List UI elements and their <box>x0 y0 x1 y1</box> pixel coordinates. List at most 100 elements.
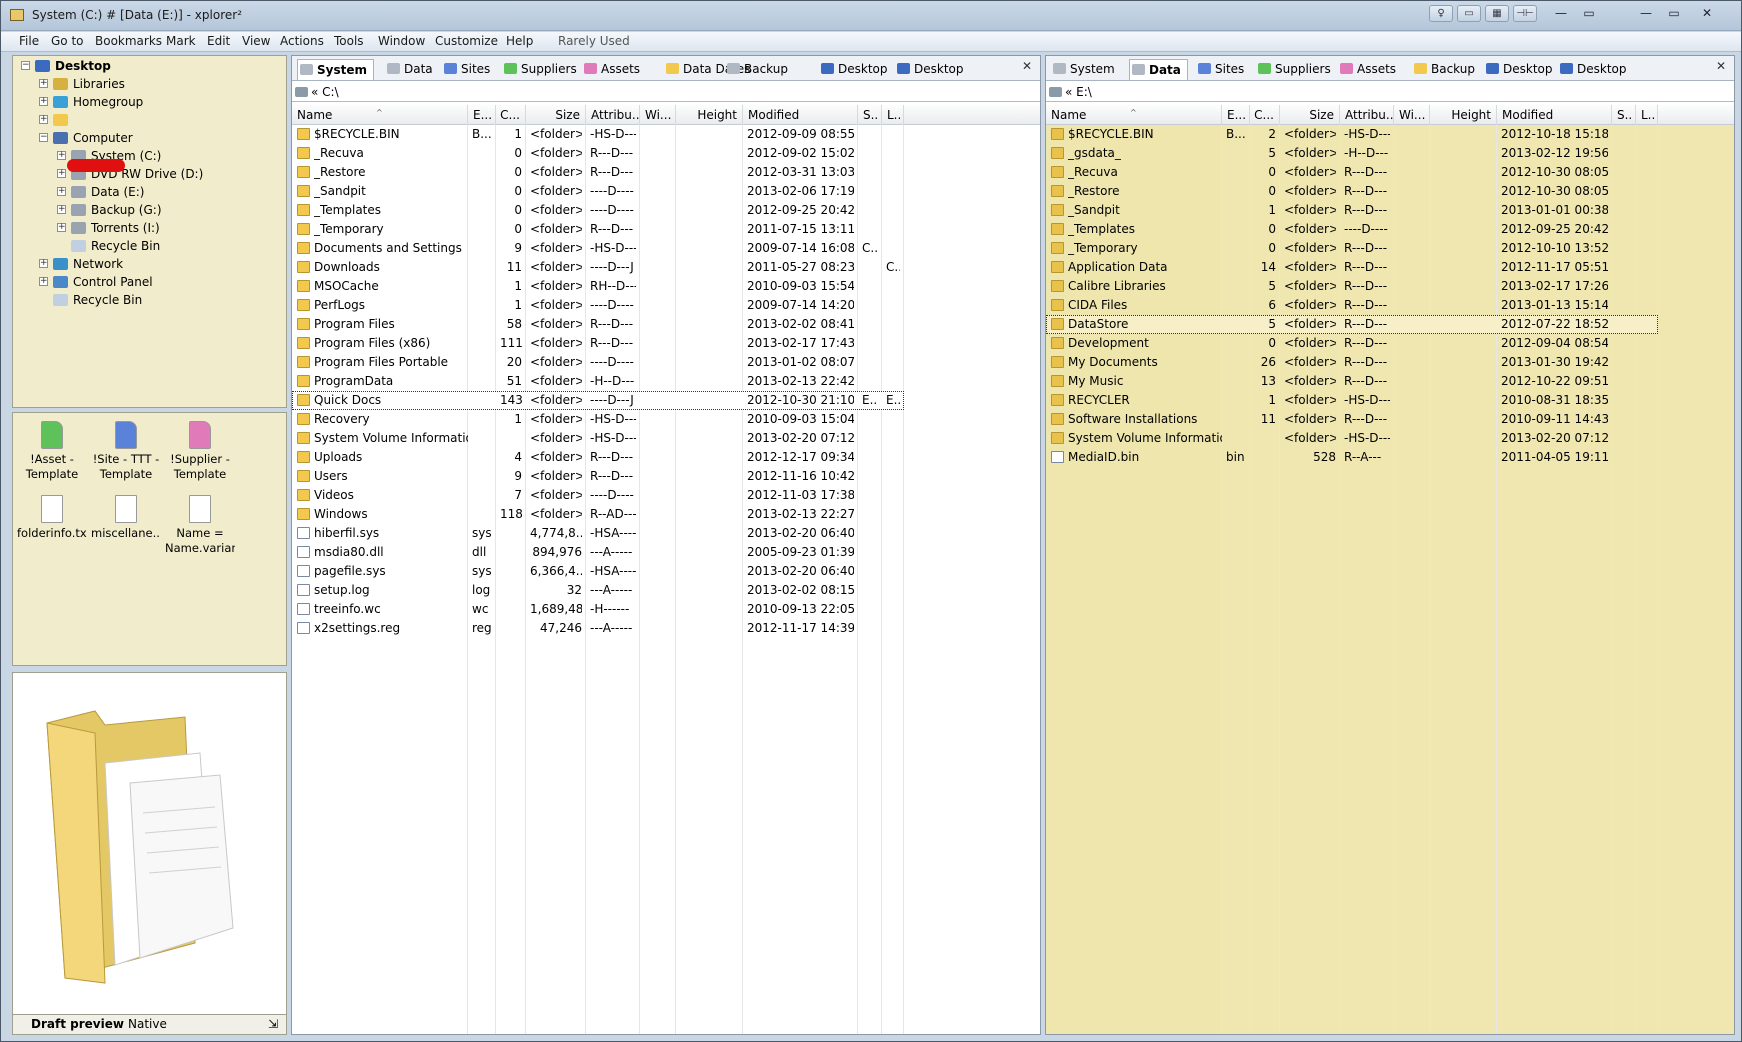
tab-system[interactable]: System <box>1051 59 1115 80</box>
expander-icon[interactable]: + <box>39 115 48 124</box>
tab-desktop[interactable]: Desktop <box>1484 59 1553 80</box>
tab-sites[interactable]: Sites <box>442 59 490 80</box>
expander-icon[interactable]: + <box>57 205 66 214</box>
expander-icon[interactable]: + <box>39 97 48 106</box>
tab-native[interactable]: Native <box>128 1017 167 1031</box>
catalog-item[interactable]: !Supplier - Template <box>165 421 235 482</box>
file-row[interactable]: Documents and Settings 9 <folder> -HS-D--- 2… <box>292 239 904 258</box>
panel-minimize-icon[interactable]: — <box>1548 4 1574 23</box>
close-tab-icon[interactable]: ✕ <box>1022 59 1032 73</box>
menu-tools[interactable]: Tools <box>334 34 364 48</box>
tab-desktop[interactable]: Desktop <box>895 59 964 80</box>
tab-desktop[interactable]: Desktop <box>1558 59 1627 80</box>
tab-backup[interactable]: Backup <box>725 59 788 80</box>
file-row[interactable]: Program Files (x86) 111 <folder> R---D--- 20… <box>292 334 904 353</box>
tab-assets[interactable]: Assets <box>582 59 640 80</box>
tree-item[interactable]: + Torrents (I:) <box>57 219 278 237</box>
close-button[interactable]: ✕ <box>1694 4 1720 23</box>
file-row[interactable]: $RECYCLE.BIN B... 1 <folder> -HS-D--- 2012-09… <box>292 125 904 144</box>
file-row[interactable]: _Recuva 0 <folder> R---D--- 2012-09-02 15:02… <box>292 144 904 163</box>
column-height-header[interactable]: Height <box>676 105 743 125</box>
catalog-item[interactable]: !Site - TTT - Template <box>91 421 161 482</box>
menu-file[interactable]: File <box>19 34 39 48</box>
close-tab-icon[interactable]: ✕ <box>1716 59 1726 73</box>
column-count-header[interactable]: C... <box>496 105 526 125</box>
expander-icon[interactable]: + <box>39 79 48 88</box>
menu-rarely-used[interactable]: Rarely Used <box>558 34 630 48</box>
file-row[interactable]: _Templates 0 <folder> ----D---- 2012-09-25 2… <box>1046 220 1658 239</box>
tree-item[interactable]: + Backup (G:) <box>57 201 278 219</box>
column-ext-header[interactable]: E... <box>468 105 496 125</box>
column-attributes-header[interactable]: Attribu... <box>586 105 640 125</box>
column-width-header[interactable]: Wi... <box>640 105 676 125</box>
tree-item[interactable]: + Network <box>39 255 278 273</box>
file-row[interactable]: Program Files 58 <folder> R---D--- 2013-02-0… <box>292 315 904 334</box>
file-row[interactable]: MSOCache 1 <folder> RH--D--- 2010-09-03 15:5… <box>292 277 904 296</box>
file-row[interactable]: Users 9 <folder> R---D--- 2012-11-16 10:42:5… <box>292 467 904 486</box>
menu-goto[interactable]: Go to <box>51 34 84 48</box>
menu-customize[interactable]: Customize <box>435 34 498 48</box>
expander-icon[interactable]: − <box>21 61 30 70</box>
file-row[interactable]: _Sandpit 1 <folder> R---D--- 2013-01-01 00:3… <box>1046 201 1658 220</box>
file-row[interactable]: Recovery 1 <folder> -HS-D--- 2010-09-03 15:0… <box>292 410 904 429</box>
file-row[interactable]: MediaID.bin bin 528 R--A--- 2011-04-05 19:11… <box>1046 448 1658 467</box>
catalog-item[interactable]: !Asset - Template <box>17 421 87 482</box>
menu-window[interactable]: Window <box>378 34 425 48</box>
column-l-header[interactable]: L.. <box>1636 105 1658 125</box>
menu-help[interactable]: Help <box>506 34 533 48</box>
file-row[interactable]: Software Installations 11 <folder> R---D---… <box>1046 410 1658 429</box>
mirror-icon[interactable]: ♀ <box>1429 5 1453 22</box>
tab-suppliers[interactable]: Suppliers <box>1256 59 1331 80</box>
file-row[interactable]: $RECYCLE.BIN B... 2 <folder> -HS-D--- 2012-10… <box>1046 125 1658 144</box>
file-row[interactable]: Application Data 14 <folder> R---D--- 2012-1… <box>1046 258 1658 277</box>
menu-actions[interactable]: Actions <box>280 34 324 48</box>
restore-layout-icon[interactable]: ▭ <box>1457 5 1481 22</box>
file-row[interactable]: Development 0 <folder> R---D--- 2012-09-04 0… <box>1046 334 1658 353</box>
column-size-header[interactable]: Size <box>526 105 586 125</box>
tab-draft-preview[interactable]: Draft preview <box>31 1017 124 1031</box>
menu-edit[interactable]: Edit <box>207 34 230 48</box>
expander-icon[interactable]: + <box>39 277 48 286</box>
tab-data[interactable]: Data <box>385 59 433 80</box>
file-row[interactable]: _Sandpit 0 <folder> ----D---- 2013-02-06 17:… <box>292 182 904 201</box>
tab-backup[interactable]: Backup <box>1412 59 1475 80</box>
file-row[interactable]: Quick Docs 143 <folder> ----D---J 2012-10-30… <box>292 391 904 410</box>
column-name-header[interactable]: Name ^ <box>1046 105 1222 125</box>
file-row[interactable]: treeinfo.wc wc 1,689,480 -H------ 2010-09-13… <box>292 600 904 619</box>
file-row[interactable]: Calibre Libraries 5 <folder> R---D--- 2013-0… <box>1046 277 1658 296</box>
tree-item[interactable]: + Control Panel <box>39 273 278 291</box>
column-width-header[interactable]: Wi... <box>1394 105 1430 125</box>
file-row[interactable]: ProgramData 51 <folder> -H--D--- 2013-02-13 … <box>292 372 904 391</box>
tree-item[interactable]: + <box>39 111 278 129</box>
panel-restore-icon[interactable]: ▭ <box>1576 4 1602 23</box>
minimize-button[interactable]: — <box>1633 4 1659 23</box>
column-name-header[interactable]: Name ^ <box>292 105 468 125</box>
column-height-header[interactable]: Height <box>1430 105 1497 125</box>
file-row[interactable]: Uploads 4 <folder> R---D--- 2012-12-17 09:34… <box>292 448 904 467</box>
column-ext-header[interactable]: E... <box>1222 105 1250 125</box>
file-row[interactable]: DataStore 5 <folder> R---D--- 2012-07-22 18:… <box>1046 315 1658 334</box>
file-row[interactable]: System Volume Information <folder> -HS-D--… <box>292 429 904 448</box>
menu-bookmarks[interactable]: Bookmarks <box>95 34 162 48</box>
file-row[interactable]: CIDA Files 6 <folder> R---D--- 2013-01-13 15… <box>1046 296 1658 315</box>
file-row[interactable]: My Documents 26 <folder> R---D--- 2013-01-30… <box>1046 353 1658 372</box>
file-row[interactable]: _Temporary 0 <folder> R---D--- 2012-10-10 13… <box>1046 239 1658 258</box>
menu-mark[interactable]: Mark <box>166 34 196 48</box>
column-size-header[interactable]: Size <box>1280 105 1340 125</box>
column-l-header[interactable]: L.. <box>882 105 904 125</box>
file-row[interactable]: _Recuva 0 <folder> R---D--- 2012-10-30 08:05… <box>1046 163 1658 182</box>
address-bar[interactable]: « E:\ <box>1046 83 1734 102</box>
pin-icon[interactable]: ⇲ <box>268 1017 278 1031</box>
expander-icon[interactable]: + <box>39 259 48 268</box>
address-bar[interactable]: « C:\ <box>292 83 1040 102</box>
file-row[interactable]: Windows 118 <folder> R--AD--- 2013-02-13 22:… <box>292 505 904 524</box>
tab-desktop[interactable]: Desktop <box>819 59 888 80</box>
tab-data[interactable]: Data <box>1129 59 1188 80</box>
tree-item[interactable]: Recycle Bin <box>57 237 278 255</box>
file-row[interactable]: x2settings.reg reg 47,246 ---A----- 2012-11-… <box>292 619 904 638</box>
tree-item[interactable]: + Homegroup <box>39 93 278 111</box>
file-row[interactable]: RECYCLER 1 <folder> -HS-D--- 2010-08-31 18:3… <box>1046 391 1658 410</box>
tree-item[interactable]: + Data (E:) <box>57 183 278 201</box>
file-row[interactable]: Videos 7 <folder> ----D---- 2012-11-03 17:38… <box>292 486 904 505</box>
tab-assets[interactable]: Assets <box>1338 59 1396 80</box>
